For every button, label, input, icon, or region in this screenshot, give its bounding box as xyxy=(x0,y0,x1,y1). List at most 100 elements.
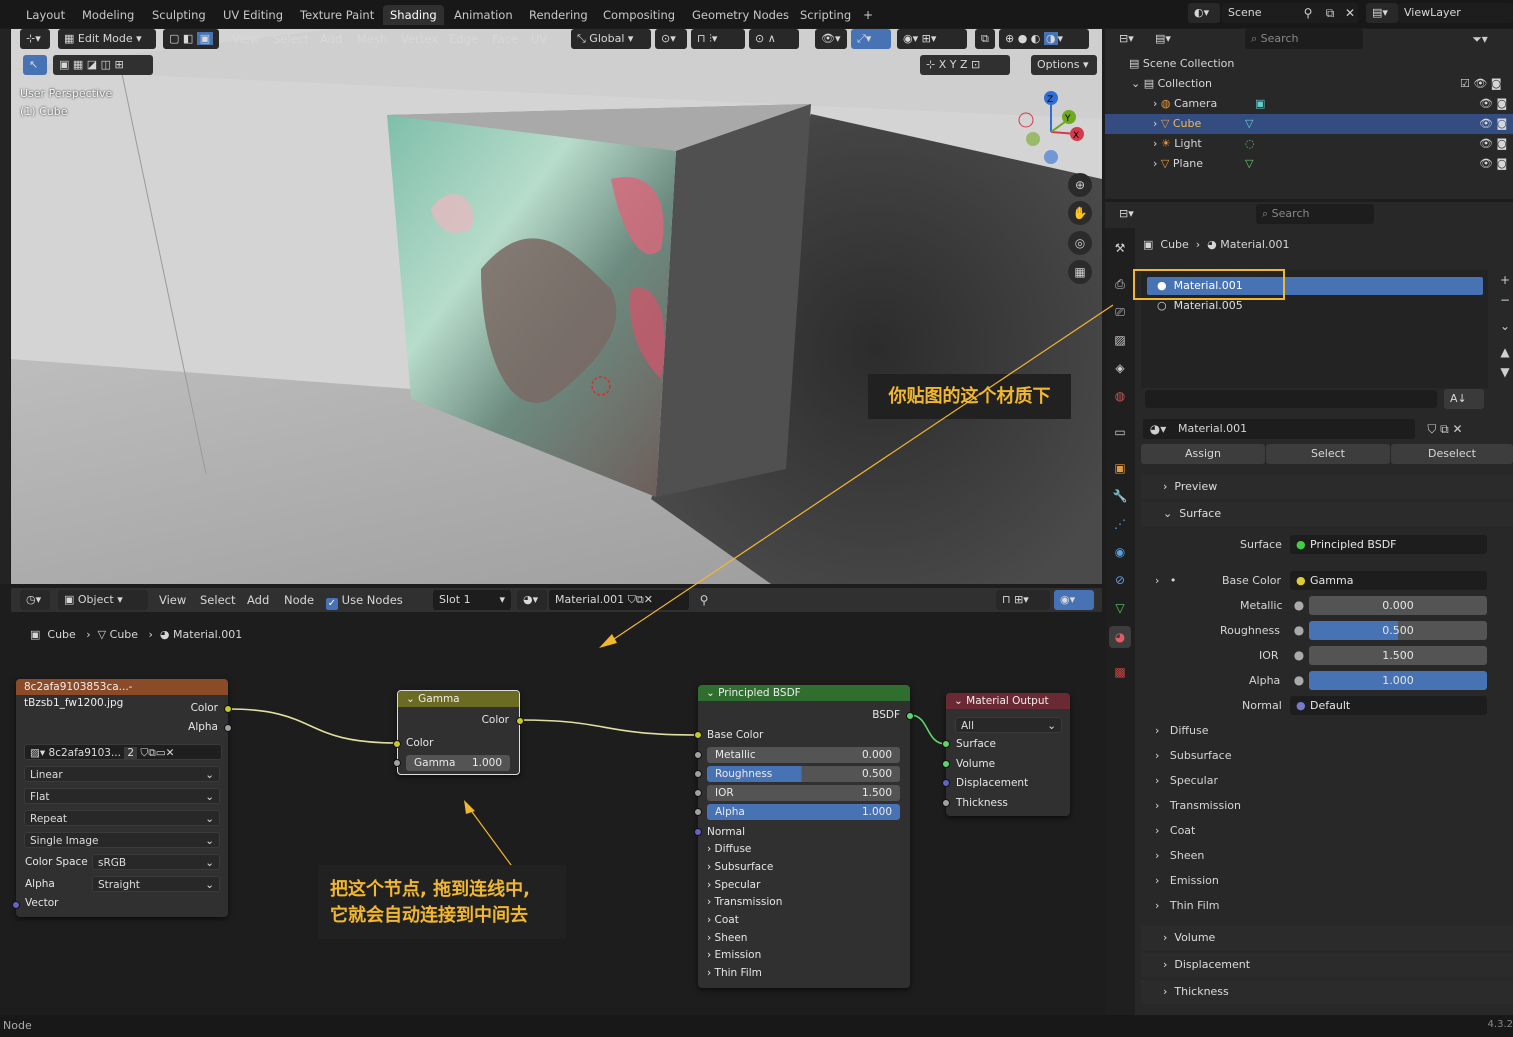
pivot-point-icon[interactable]: ⊙▾ xyxy=(655,29,687,49)
socket-icon[interactable] xyxy=(694,789,702,797)
subpanel-thin-film[interactable]: › Thin Film xyxy=(1155,899,1219,912)
move-down-icon[interactable]: ▼ xyxy=(1497,364,1513,380)
tab-scripting[interactable]: Scripting xyxy=(793,5,858,25)
subpanel-sheen[interactable]: › Sheen xyxy=(1155,849,1204,862)
render-tab-icon[interactable]: ⎙ xyxy=(1112,276,1128,292)
roughness-field[interactable]: 0.500 xyxy=(1309,621,1487,640)
subpanel-subsurface[interactable]: › Subsurface xyxy=(1155,749,1231,762)
node-menu-add[interactable]: Add xyxy=(247,590,269,610)
display-mode-icon[interactable]: ▤▾ xyxy=(1149,29,1179,49)
node-menu-view[interactable]: View xyxy=(159,590,186,610)
socket-icon[interactable] xyxy=(942,779,950,787)
output-target-dropdown[interactable]: All ⌄ xyxy=(955,717,1062,733)
pin-icon[interactable]: ⚲ xyxy=(1300,5,1316,21)
filter-icon[interactable]: ⏷▾ xyxy=(1465,31,1495,47)
socket-icon[interactable] xyxy=(906,712,914,720)
view-layer-tab-icon[interactable]: ▨ xyxy=(1112,332,1128,348)
shading-mode-buttons[interactable]: ⊕ ● ◐ ◑ ▾ xyxy=(999,29,1089,49)
slot-dropdown[interactable]: Slot 1 ▾ xyxy=(433,590,511,610)
pan-hand-icon[interactable]: ✋ xyxy=(1068,201,1092,225)
view-layer-selector[interactable]: ViewLayer xyxy=(1398,3,1513,23)
alpha-field[interactable]: 1.000 xyxy=(1309,671,1487,690)
visibility-eye-icon[interactable]: 👁 ◙ xyxy=(1479,154,1507,174)
bsdf-metallic-field[interactable]: Metallic 0.000 xyxy=(707,747,900,763)
pin-icon[interactable]: ⚲ xyxy=(696,592,712,608)
outliner-item-plane[interactable]: › ▽ Plane ▽ 👁 ◙ xyxy=(1105,154,1513,174)
socket-icon[interactable] xyxy=(942,799,950,807)
image-texture-node[interactable]: 8c2afa9103853ca...-tBzsb1_fw1200.jpg Col… xyxy=(12,679,232,917)
select-mode-buttons[interactable]: ▢ ◧ ▣ xyxy=(163,29,219,49)
menu-face[interactable]: Face xyxy=(492,29,518,49)
volume-section[interactable]: › Volume xyxy=(1141,926,1513,950)
particles-tab-icon[interactable]: ⋰ xyxy=(1112,516,1128,532)
bsdf-panel-coat[interactable]: › Coat xyxy=(707,914,739,926)
scene-tab-icon[interactable]: ◈ xyxy=(1112,360,1128,376)
navigation-gizmo[interactable]: Z X Y xyxy=(1014,87,1094,167)
gizmo-toggle-icon[interactable]: ⤢▾ xyxy=(851,29,891,49)
menu-edge[interactable]: Edge xyxy=(449,29,478,49)
add-slot-icon[interactable]: + xyxy=(1497,272,1513,288)
displacement-section[interactable]: › Displacement xyxy=(1141,953,1513,977)
material-field[interactable]: Material.001 ⛉⧉✕ xyxy=(549,590,689,610)
surface-section[interactable]: ⌄ Surface xyxy=(1141,502,1513,526)
menu-uv[interactable]: UV xyxy=(531,29,547,49)
bsdf-panel-diffuse[interactable]: › Diffuse xyxy=(707,843,751,855)
bsdf-panel-specular[interactable]: › Specular xyxy=(707,879,760,891)
gamma-node[interactable]: ⌄ Gamma Color Color Gamma 1.000 xyxy=(393,690,524,775)
new-scene-icon[interactable]: ⧉ xyxy=(1322,5,1338,21)
visibility-eye-icon[interactable]: 👁 ◙ xyxy=(1479,134,1507,154)
options-dropdown[interactable]: Options ▾ xyxy=(1031,55,1097,75)
properties-search-input[interactable]: ⌕ Search xyxy=(1256,204,1374,224)
world-tab-icon[interactable]: ◍ xyxy=(1112,388,1128,404)
delete-scene-icon[interactable]: ✕ xyxy=(1342,5,1358,21)
remove-slot-icon[interactable]: − xyxy=(1497,292,1513,308)
snap-icon[interactable]: ⊓ ⫶▾ xyxy=(691,29,745,49)
visibility-icon[interactable]: 👁▾ xyxy=(815,29,847,49)
data-tab-icon[interactable]: ▽ xyxy=(1112,600,1128,616)
normal-field[interactable]: ● Default xyxy=(1290,696,1487,715)
menu-add[interactable]: Add xyxy=(320,29,342,49)
image-datablock[interactable]: ▨▾ 8c2afa9103... 2 ⛉⧉▭✕ xyxy=(24,744,222,760)
bsdf-roughness-field[interactable]: Roughness 0.500 xyxy=(707,766,900,782)
outliner-item-cube[interactable]: › ▽ Cube ▽ 👁 ◙ xyxy=(1105,114,1513,134)
socket-icon[interactable] xyxy=(942,740,950,748)
slot-specials-icon[interactable]: ⌄ xyxy=(1497,318,1513,334)
mode-selector[interactable]: ▦ Edit Mode ▾ xyxy=(58,29,156,49)
tab-shading[interactable]: Shading xyxy=(383,5,444,25)
subpanel-transmission[interactable]: › Transmission xyxy=(1155,799,1241,812)
texture-tab-icon[interactable]: ▩ xyxy=(1112,664,1128,680)
selection-mode-icons[interactable]: ▣ ▦ ◪ ◫ ⊞ xyxy=(53,55,153,75)
outliner-editor-type-icon[interactable]: ⊟▾ xyxy=(1113,29,1143,49)
menu-select[interactable]: Select xyxy=(273,29,308,49)
socket-icon[interactable] xyxy=(694,751,702,759)
socket-icon[interactable] xyxy=(224,705,232,713)
slot-filter-input[interactable] xyxy=(1145,390,1437,408)
select-tool-icon[interactable]: ↖ xyxy=(23,55,47,75)
preview-section[interactable]: › Preview xyxy=(1141,475,1513,499)
sort-alpha-icon[interactable]: A↓ xyxy=(1444,389,1484,409)
material-output-node[interactable]: ⌄ Material Output All ⌄ Surface Volume Di… xyxy=(942,693,1070,816)
gamma-node-title[interactable]: ⌄ Gamma xyxy=(398,691,519,707)
bsdf-panel-transmission[interactable]: › Transmission xyxy=(707,896,782,908)
tab-geometry-nodes[interactable]: Geometry Nodes xyxy=(685,5,796,25)
tab-animation[interactable]: Animation xyxy=(447,5,520,25)
socket-icon[interactable] xyxy=(516,717,524,725)
select-button[interactable]: Select xyxy=(1266,444,1390,464)
bsdf-node-title[interactable]: ⌄ Principled BSDF xyxy=(698,685,910,701)
extension-dropdown[interactable]: Repeat ⌄ xyxy=(24,810,220,826)
material-slot-item[interactable]: ○ Material.005 xyxy=(1147,297,1483,315)
surface-shader-field[interactable]: ● Principled BSDF xyxy=(1290,535,1487,554)
tab-sculpting[interactable]: Sculpting xyxy=(145,5,213,25)
material-tab-icon[interactable]: ◕ xyxy=(1109,626,1131,648)
node-editor-type-icon[interactable]: ◷▾ xyxy=(20,590,50,610)
overlay-node-icon[interactable]: ◉▾ xyxy=(1054,590,1094,610)
socket-icon[interactable] xyxy=(12,901,20,909)
menu-view[interactable]: View xyxy=(232,29,259,49)
visibility-eye-icon[interactable]: 👁 ◙ xyxy=(1479,114,1507,134)
proportional-edit-icon[interactable]: ⊙ ∧ xyxy=(749,29,799,49)
node-menu-select[interactable]: Select xyxy=(200,590,235,610)
tab-texture-paint[interactable]: Texture Paint xyxy=(293,5,381,25)
material-user-icons[interactable]: ⛉ ⧉ ✕ xyxy=(1417,421,1473,437)
editor-type-3d-icon[interactable]: ⊹▾ xyxy=(20,29,50,49)
gamma-value-field[interactable]: Gamma 1.000 xyxy=(406,755,510,771)
